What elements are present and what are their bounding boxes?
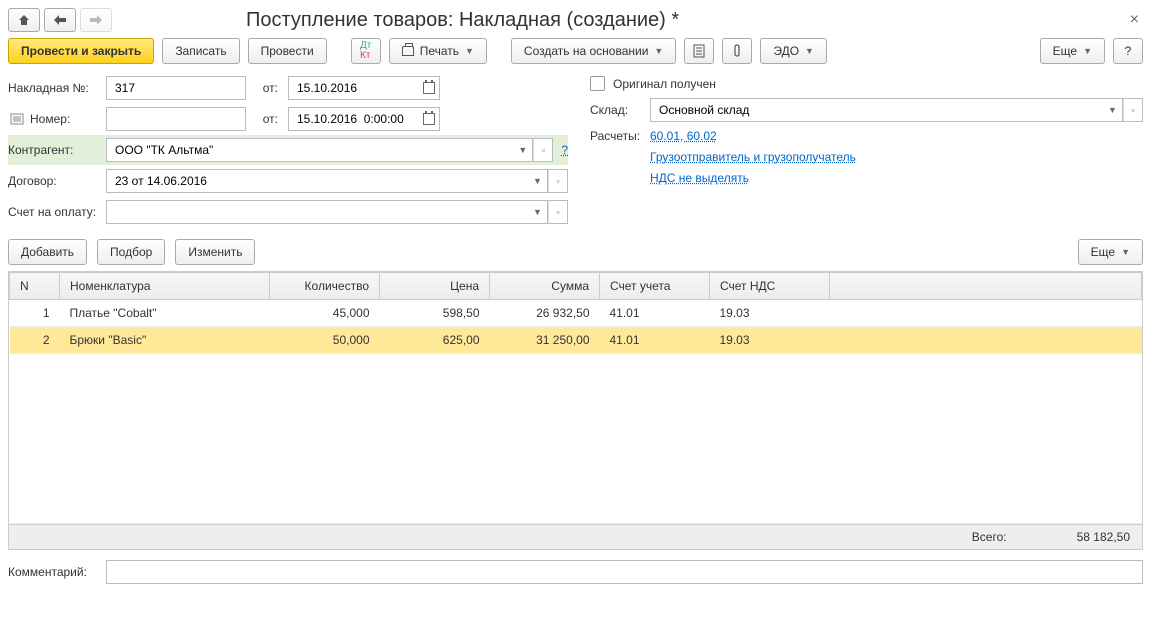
calendar-icon <box>423 113 435 125</box>
shipper-link[interactable]: Грузоотправитель и грузополучатель <box>650 150 856 164</box>
dtkt-button[interactable]: ДтКт <box>351 38 381 64</box>
contractor-label: Контрагент: <box>8 143 106 157</box>
print-icon <box>402 46 414 56</box>
calendar-icon <box>423 82 435 94</box>
total-value: 58 182,50 <box>1077 530 1130 544</box>
col-acc[interactable]: Счет учета <box>600 273 710 300</box>
from1-date-input[interactable] <box>295 80 412 96</box>
number-input[interactable] <box>113 111 239 127</box>
invoice-no-label: Накладная №: <box>8 81 106 95</box>
contractor-dropdown[interactable]: ▼ <box>513 138 533 162</box>
page-title: Поступление товаров: Накладная (создание… <box>246 9 679 32</box>
from2-calendar-button[interactable] <box>418 107 440 131</box>
contractor-input[interactable] <box>113 142 507 158</box>
contractor-help-link[interactable]: ? <box>561 143 568 157</box>
home-button[interactable] <box>8 8 40 32</box>
create-based-button[interactable]: Создать на основании▼ <box>511 38 676 64</box>
back-button[interactable] <box>44 8 76 32</box>
from1-calendar-button[interactable] <box>418 76 440 100</box>
from1-label: от: <box>252 81 282 95</box>
account-input[interactable] <box>113 204 522 220</box>
comment-input[interactable] <box>113 564 1136 580</box>
report-button[interactable] <box>684 38 714 64</box>
table-more-button[interactable]: Еще▼ <box>1078 239 1143 265</box>
table-row[interactable]: 2 Брюки "Basic" 50,000 625,00 31 250,00 … <box>10 327 1142 354</box>
account-open[interactable]: ▫ <box>548 200 568 224</box>
post-button[interactable]: Провести <box>248 38 327 64</box>
warehouse-open[interactable]: ▫ <box>1123 98 1143 122</box>
col-nom[interactable]: Номенклатура <box>60 273 270 300</box>
vat-link[interactable]: НДС не выделять <box>650 171 749 185</box>
active-cell[interactable]: 625,00 <box>380 327 490 354</box>
forward-button[interactable] <box>80 8 112 32</box>
calc-link[interactable]: 60.01, 60.02 <box>650 129 717 143</box>
comment-label: Комментарий: <box>8 565 106 579</box>
table-row[interactable]: 1 Платье "Cobalt" 45,000 598,50 26 932,5… <box>10 300 1142 327</box>
warehouse-dropdown[interactable]: ▼ <box>1103 98 1123 122</box>
edo-button[interactable]: ЭДО▼ <box>760 38 827 64</box>
attach-button[interactable] <box>722 38 752 64</box>
contract-input[interactable] <box>113 173 522 189</box>
total-label: Всего: <box>972 530 1007 544</box>
more-button[interactable]: Еще▼ <box>1040 38 1105 64</box>
col-n[interactable]: N <box>10 273 60 300</box>
from2-date-input[interactable] <box>295 111 412 127</box>
change-button[interactable]: Изменить <box>175 239 255 265</box>
from2-label: от: <box>252 112 282 126</box>
add-row-button[interactable]: Добавить <box>8 239 87 265</box>
account-label: Счет на оплату: <box>8 205 106 219</box>
number-label: Номер: <box>30 112 106 126</box>
col-price[interactable]: Цена <box>380 273 490 300</box>
warehouse-label: Склад: <box>590 103 650 117</box>
original-received-checkbox[interactable] <box>590 76 605 91</box>
warehouse-input[interactable] <box>657 102 1097 118</box>
col-extra <box>830 273 1142 300</box>
save-button[interactable]: Записать <box>162 38 239 64</box>
col-vat[interactable]: Счет НДС <box>710 273 830 300</box>
doc-icon <box>10 113 24 125</box>
items-table[interactable]: N Номенклатура Количество Цена Сумма Сче… <box>9 272 1142 524</box>
contractor-open[interactable]: ▫ <box>533 138 553 162</box>
account-dropdown[interactable]: ▼ <box>528 200 548 224</box>
close-icon[interactable]: × <box>1126 11 1143 29</box>
calc-label: Расчеты: <box>590 129 650 143</box>
pick-button[interactable]: Подбор <box>97 239 165 265</box>
post-and-close-button[interactable]: Провести и закрыть <box>8 38 154 64</box>
col-qty[interactable]: Количество <box>270 273 380 300</box>
contract-open[interactable]: ▫ <box>548 169 568 193</box>
col-sum[interactable]: Сумма <box>490 273 600 300</box>
original-label: Оригинал получен <box>613 77 716 91</box>
help-button[interactable]: ? <box>1113 38 1143 64</box>
contract-dropdown[interactable]: ▼ <box>528 169 548 193</box>
invoice-no-input[interactable] <box>113 80 239 96</box>
print-button[interactable]: Печать▼ <box>389 38 487 64</box>
contract-label: Договор: <box>8 174 106 188</box>
